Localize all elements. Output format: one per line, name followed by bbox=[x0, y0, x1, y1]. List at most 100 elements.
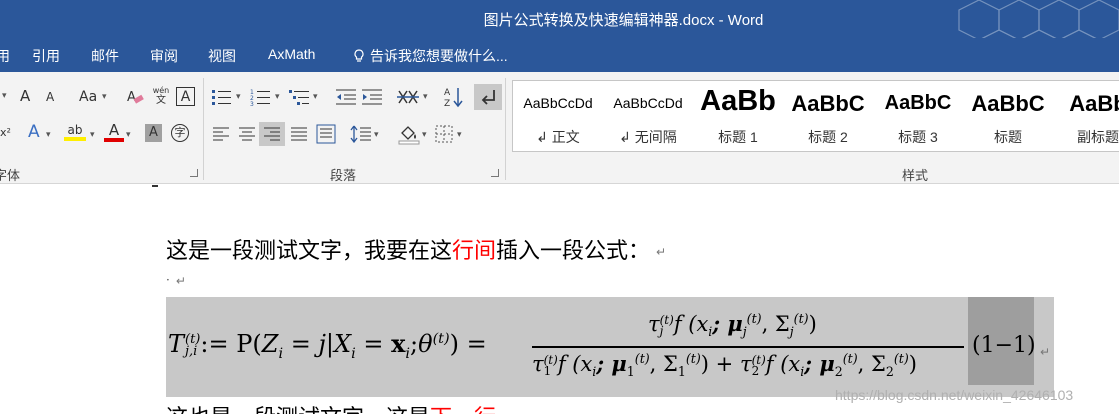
multilevel-list-icon[interactable] bbox=[289, 88, 311, 106]
font-color-button[interactable]: A bbox=[104, 123, 124, 142]
enclose-characters-button[interactable]: 字 bbox=[171, 124, 189, 142]
title-bar: 图片公式转换及快速编辑神器.docx - Word bbox=[0, 0, 1119, 70]
equation-number: (1−1) bbox=[972, 333, 1036, 358]
tab-mailings[interactable]: 邮件 bbox=[91, 46, 119, 66]
phonetic-guide-button[interactable]: wén 文 bbox=[151, 86, 171, 106]
numbering-icon[interactable]: 123 bbox=[250, 88, 272, 106]
align-right-button[interactable] bbox=[259, 122, 285, 146]
group-separator bbox=[505, 78, 506, 180]
font-size-dropdown-icon[interactable]: ▾ bbox=[2, 92, 7, 101]
group-separator bbox=[203, 78, 204, 180]
style-subtitle[interactable]: AaBb 副标题 bbox=[1053, 81, 1119, 151]
style-name: 标题 1 bbox=[718, 129, 758, 145]
bullets-dropdown-icon[interactable]: ▾ bbox=[236, 93, 241, 102]
distributed-icon[interactable] bbox=[316, 124, 336, 144]
tab-start-partial[interactable]: 用 bbox=[0, 46, 10, 66]
svg-text:A: A bbox=[444, 88, 451, 98]
style-sample: AaBbCcDd bbox=[523, 95, 593, 111]
ribbon: ▾ A A Aa ▾ A wén 文 A x² A ▾ ab ▾ A ▾ A 字 … bbox=[0, 72, 1119, 184]
fraction-bar bbox=[532, 346, 964, 348]
style-name: 标题 3 bbox=[898, 129, 938, 145]
lhs-scripts: (t) j,i bbox=[185, 331, 201, 359]
math-var: T bbox=[168, 330, 185, 358]
highlight-dropdown-icon[interactable]: ▾ bbox=[90, 131, 95, 140]
highlight-button[interactable]: ab bbox=[64, 124, 86, 141]
lightbulb-icon bbox=[354, 49, 364, 62]
tell-me-box[interactable]: 告诉我您想要做什么... bbox=[353, 46, 508, 66]
equation-lhs: T (t) j,i:= P(Zi = j|Xi = xi;θ(t)) = bbox=[168, 329, 487, 362]
paragraph-mark: ↵ bbox=[1040, 345, 1051, 359]
justify-icon[interactable] bbox=[290, 126, 308, 142]
chinese-layout-icon[interactable] bbox=[397, 88, 421, 106]
change-case-button[interactable]: Aa bbox=[79, 90, 97, 104]
paragraph-mark-icon bbox=[481, 90, 495, 105]
paragraph-dialog-launcher[interactable] bbox=[491, 169, 499, 177]
style-title[interactable]: AaBbC 标题 bbox=[963, 81, 1053, 151]
paragraph-group-label: 段落 bbox=[330, 168, 357, 183]
chinese-layout-dropdown-icon[interactable]: ▾ bbox=[423, 93, 428, 102]
shading-icon[interactable] bbox=[398, 123, 420, 145]
style-normal[interactable]: AaBbCcDd ↲ 正文 bbox=[513, 81, 603, 151]
style-heading-2[interactable]: AaBbC 标题 2 bbox=[783, 81, 873, 151]
document-area[interactable]: 这是一段测试文字，我要在这行间插入一段公式： ↵ · ↵ T (t) j,i:= P(Z… bbox=[0, 185, 1119, 414]
grow-font-button[interactable]: A bbox=[20, 89, 30, 104]
styles-group-label: 样式 bbox=[902, 168, 929, 183]
assign-op: := bbox=[200, 330, 229, 358]
style-heading-1[interactable]: AaBb 标题 1 bbox=[693, 81, 783, 151]
tab-references[interactable]: 引用 bbox=[32, 46, 60, 66]
tell-me-text: 告诉我您想要做什么... bbox=[370, 48, 508, 64]
equation-denominator: τ (t) 1 f (xi; μ1(t), Σ1(t)) + τ (t) 2 f (xi; … bbox=[532, 351, 917, 380]
style-no-spacing[interactable]: AaBbCcDd ↲ 无间隔 bbox=[603, 81, 693, 151]
shading-dropdown-icon[interactable]: ▾ bbox=[422, 131, 427, 140]
change-case-dropdown-icon[interactable]: ▾ bbox=[102, 93, 107, 102]
ruler-marker bbox=[152, 185, 158, 187]
red-text-run: 行间 bbox=[452, 239, 497, 264]
align-left-icon[interactable] bbox=[212, 126, 230, 142]
sort-icon[interactable]: AZ bbox=[443, 86, 463, 108]
decrease-indent-icon[interactable] bbox=[335, 88, 357, 106]
prob-op: P bbox=[236, 330, 253, 358]
bullets-icon[interactable] bbox=[211, 88, 233, 106]
line-spacing-icon[interactable] bbox=[350, 125, 372, 143]
superscript-partial-icon[interactable]: x² bbox=[0, 127, 11, 138]
style-sample: AaBbC bbox=[971, 91, 1045, 116]
paragraph-line-2: · ↵ bbox=[166, 273, 186, 288]
ribbon-tabs: 用 引用 邮件 审阅 视图 AxMath 告诉我您想要做什么... bbox=[0, 38, 1119, 72]
style-name: 标题 2 bbox=[808, 129, 848, 145]
svg-text:3: 3 bbox=[250, 101, 254, 106]
style-heading-3[interactable]: AaBbC 标题 3 bbox=[873, 81, 963, 151]
numbering-dropdown-icon[interactable]: ▾ bbox=[275, 93, 280, 102]
font-dialog-launcher[interactable] bbox=[190, 169, 198, 177]
style-sample: AaBb bbox=[1069, 91, 1119, 116]
text-effects-button[interactable]: A bbox=[28, 124, 40, 141]
character-border-button[interactable]: A bbox=[176, 87, 195, 106]
tab-view[interactable]: 视图 bbox=[208, 46, 236, 66]
text-effects-dropdown-icon[interactable]: ▾ bbox=[46, 131, 51, 140]
increase-indent-icon[interactable] bbox=[361, 88, 383, 106]
character-shading-button[interactable]: A bbox=[145, 124, 162, 142]
line-spacing-dropdown-icon[interactable]: ▾ bbox=[374, 131, 379, 140]
clear-formatting-icon[interactable]: A bbox=[126, 88, 144, 106]
paragraph-mark: ↵ bbox=[175, 273, 186, 288]
red-text-run: 下一行 bbox=[430, 406, 496, 414]
style-sample: AaBbC bbox=[791, 91, 865, 116]
multilevel-dropdown-icon[interactable]: ▾ bbox=[313, 93, 318, 102]
text-run: 插入一段公式： bbox=[496, 239, 651, 264]
paragraph-line-1: 这是一段测试文字，我要在这行间插入一段公式： ↵ bbox=[166, 233, 666, 265]
tab-axmath[interactable]: AxMath bbox=[268, 46, 315, 62]
equation-numerator: τ (t) j f (xi; μj(t), Σj(t)) bbox=[648, 311, 817, 340]
style-name: ↲ 无间隔 bbox=[619, 129, 677, 145]
style-name: 标题 bbox=[994, 129, 1022, 145]
show-marks-button[interactable] bbox=[474, 84, 502, 110]
paragraph-line-3: 这也是一段测试文字，这是下一行 bbox=[166, 400, 496, 414]
font-color-dropdown-icon[interactable]: ▾ bbox=[126, 131, 131, 140]
align-center-icon[interactable] bbox=[238, 126, 256, 142]
font-group-label: 字体 bbox=[0, 168, 21, 183]
borders-dropdown-icon[interactable]: ▾ bbox=[457, 131, 462, 140]
borders-icon[interactable] bbox=[435, 125, 453, 143]
svg-text:Z: Z bbox=[444, 99, 450, 108]
style-sample: AaBbCcDd bbox=[613, 95, 683, 111]
tab-review[interactable]: 审阅 bbox=[150, 46, 178, 66]
svg-text:A: A bbox=[127, 90, 136, 105]
shrink-font-button[interactable]: A bbox=[46, 91, 54, 103]
